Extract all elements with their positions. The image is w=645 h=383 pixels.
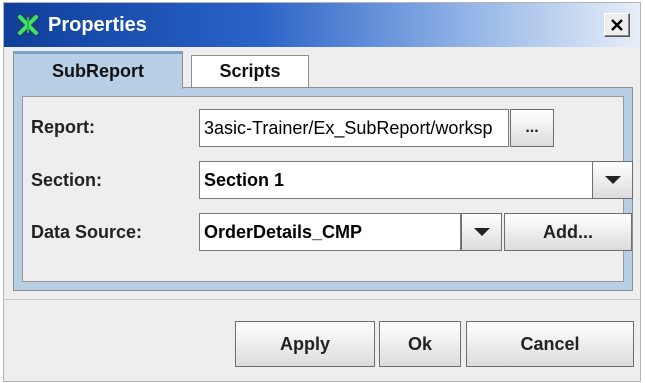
title-bar[interactable]: Properties bbox=[4, 3, 640, 47]
section-dropdown-button[interactable] bbox=[592, 161, 633, 199]
section-label: Section: bbox=[31, 170, 103, 190]
report-path-field[interactable]: 3asic-Trainer/Ex_SubReport/worksp bbox=[199, 109, 509, 147]
chevron-down-icon bbox=[604, 176, 621, 184]
cancel-button[interactable]: Cancel bbox=[466, 321, 634, 367]
window-title: Properties bbox=[48, 14, 147, 36]
properties-dialog: Properties SubReport Scripts Report: 3as… bbox=[3, 2, 641, 382]
tab-subreport[interactable]: SubReport bbox=[13, 51, 183, 89]
tab-scripts[interactable]: Scripts bbox=[191, 55, 309, 87]
close-button[interactable] bbox=[604, 13, 630, 37]
apply-button[interactable]: Apply bbox=[235, 321, 375, 367]
section-select[interactable]: Section 1 bbox=[199, 161, 593, 199]
subreport-form: Report: 3asic-Trainer/Ex_SubReport/works… bbox=[22, 96, 633, 282]
browse-report-button[interactable]: ... bbox=[510, 109, 554, 147]
close-icon bbox=[611, 19, 623, 31]
ok-button[interactable]: Ok bbox=[379, 321, 461, 367]
report-label: Report: bbox=[31, 117, 95, 137]
divider bbox=[4, 299, 640, 300]
data-source-dropdown-button[interactable] bbox=[461, 213, 502, 251]
tab-panel: Report: 3asic-Trainer/Ex_SubReport/works… bbox=[13, 87, 633, 291]
data-source-select[interactable]: OrderDetails_CMP bbox=[199, 213, 461, 251]
data-source-label: Data Source: bbox=[31, 222, 143, 242]
add-data-source-button[interactable]: Add... bbox=[504, 213, 632, 251]
app-logo-icon bbox=[17, 14, 39, 36]
chevron-down-icon bbox=[473, 228, 490, 236]
